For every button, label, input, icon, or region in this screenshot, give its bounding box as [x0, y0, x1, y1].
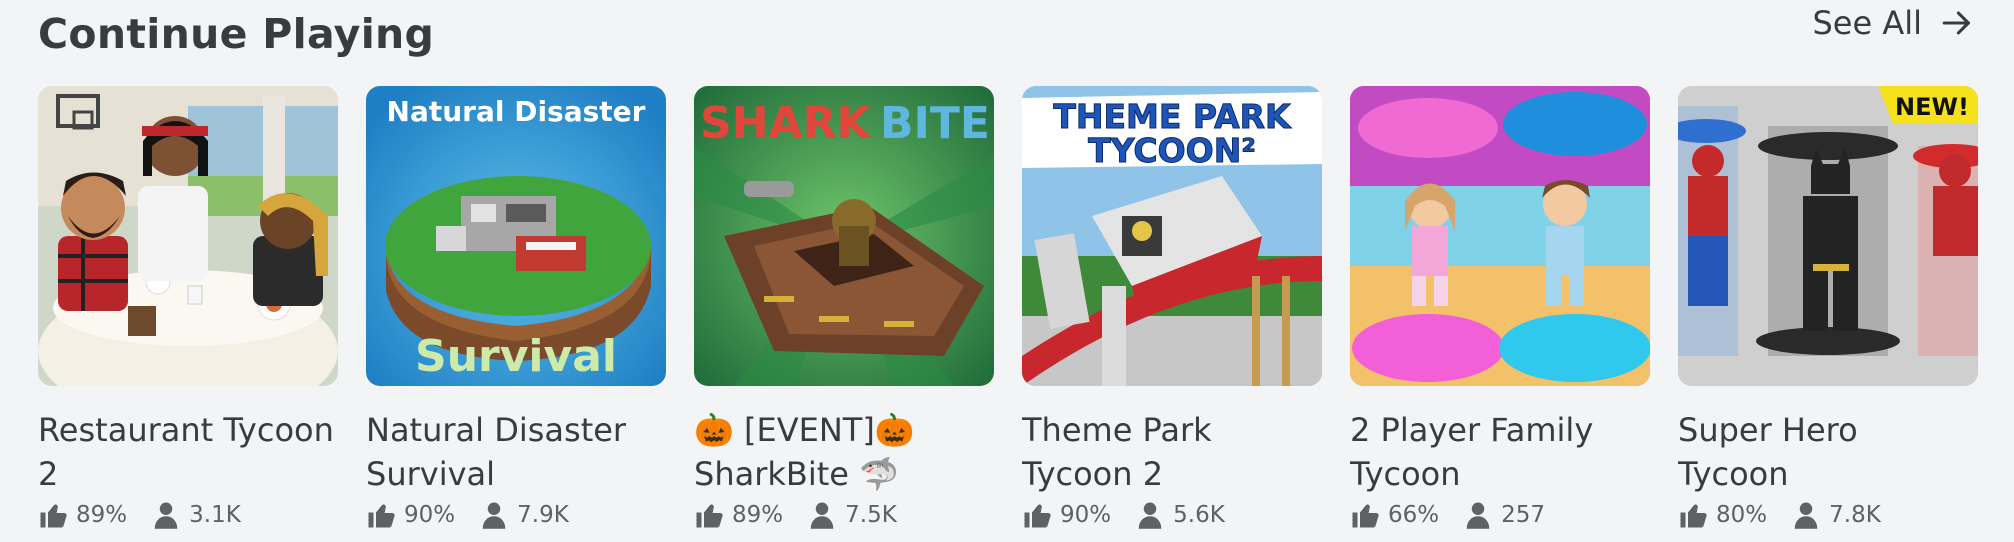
player-icon: [1794, 502, 1818, 529]
thumbnail-logo-line2: TYCOON²: [1088, 131, 1256, 170]
game-card-natural-disaster-survival[interactable]: Natural Disaster Survival Natural Disast…: [366, 86, 666, 530]
players-value: 7.5K: [845, 502, 897, 528]
arrow-right-icon: [1942, 11, 1970, 35]
thumbs-up-icon: [40, 504, 67, 528]
game-title[interactable]: Super Hero Tycoon: [1678, 408, 1978, 496]
players-value: 7.8K: [1829, 502, 1881, 528]
player-icon: [1138, 502, 1162, 529]
game-title[interactable]: 2 Player Family Tycoon: [1350, 408, 1650, 496]
game-stats: 66% 257: [1350, 500, 1650, 530]
thumbs-up-icon: [1024, 504, 1051, 528]
thumbnail-logo-shark: SHARK: [700, 98, 872, 149]
rating-value: 89%: [76, 502, 128, 528]
game-carousel: Restaurant Tycoon 2 89% 3.1K Natural Dis…: [38, 86, 1978, 530]
game-stats: 90% 5.6K: [1022, 500, 1322, 530]
players-stat: 3.1K: [151, 500, 241, 530]
game-title[interactable]: Theme Park Tycoon 2: [1022, 408, 1322, 496]
player-icon: [1466, 502, 1490, 529]
game-stats: 90% 7.9K: [366, 500, 666, 530]
rating-stat: 89%: [694, 500, 783, 530]
players-stat: 5.6K: [1135, 500, 1225, 530]
players-stat: 7.5K: [807, 500, 897, 530]
game-card-sharkbite[interactable]: SHARK BITE 🎃 [EVENT]🎃 SharkBite 🦈 89% 7.…: [694, 86, 994, 530]
rating-value: 66%: [1388, 502, 1440, 528]
rating-value: 90%: [1060, 502, 1112, 528]
players-value: 3.1K: [189, 502, 241, 528]
new-badge: NEW!: [1895, 93, 1969, 121]
thumbs-up-icon: [696, 504, 723, 528]
game-title[interactable]: 🎃 [EVENT]🎃 SharkBite 🦈: [694, 408, 994, 496]
thumbs-up-icon: [1352, 504, 1379, 528]
thumbnail-caption-bottom: Survival: [415, 331, 617, 382]
game-stats: 89% 7.5K: [694, 500, 994, 530]
player-icon: [810, 502, 834, 529]
game-thumbnail[interactable]: [1350, 86, 1650, 386]
players-value: 7.9K: [517, 502, 569, 528]
thumbnail-caption-top: Natural Disaster: [387, 95, 646, 128]
section-title: Continue Playing: [38, 10, 435, 58]
game-thumbnail[interactable]: SHARK BITE: [694, 86, 994, 386]
rating-stat: 89%: [38, 500, 127, 530]
players-value: 257: [1501, 502, 1546, 528]
player-icon: [154, 502, 178, 529]
players-stat: 257: [1463, 500, 1545, 530]
game-thumbnail[interactable]: THEME PARK TYCOON²: [1022, 86, 1322, 386]
rating-stat: 66%: [1350, 500, 1439, 530]
game-card-theme-park-tycoon-2[interactable]: THEME PARK TYCOON² Theme Park Tycoon 2 9…: [1022, 86, 1322, 530]
players-stat: 7.9K: [479, 500, 569, 530]
players-stat: 7.8K: [1791, 500, 1881, 530]
thumbs-up-icon: [368, 504, 395, 528]
game-card-super-hero-tycoon[interactable]: NEW! Super Hero Tycoon 80% 7.8K: [1678, 86, 1978, 530]
thumbnail-logo-bite: BITE: [880, 98, 990, 149]
game-stats: 89% 3.1K: [38, 500, 338, 530]
rating-stat: 90%: [366, 500, 455, 530]
rating-stat: 90%: [1022, 500, 1111, 530]
game-stats: 80% 7.8K: [1678, 500, 1978, 530]
see-all-link[interactable]: See All: [1812, 4, 1974, 42]
game-thumbnail[interactable]: Natural Disaster Survival: [366, 86, 666, 386]
see-all-label: See All: [1812, 4, 1922, 42]
thumbs-up-icon: [1680, 504, 1707, 528]
game-card-restaurant-tycoon-2[interactable]: Restaurant Tycoon 2 89% 3.1K: [38, 86, 338, 530]
rating-value: 89%: [732, 502, 784, 528]
game-thumbnail[interactable]: [38, 86, 338, 386]
game-card-2-player-family-tycoon[interactable]: 2 Player Family Tycoon 66% 257: [1350, 86, 1650, 530]
game-thumbnail[interactable]: NEW!: [1678, 86, 1978, 386]
rating-stat: 80%: [1678, 500, 1767, 530]
player-icon: [482, 502, 506, 529]
game-title[interactable]: Natural Disaster Survival: [366, 408, 666, 496]
rating-value: 90%: [404, 502, 456, 528]
players-value: 5.6K: [1173, 502, 1225, 528]
game-title[interactable]: Restaurant Tycoon 2: [38, 408, 338, 496]
rating-value: 80%: [1716, 502, 1768, 528]
